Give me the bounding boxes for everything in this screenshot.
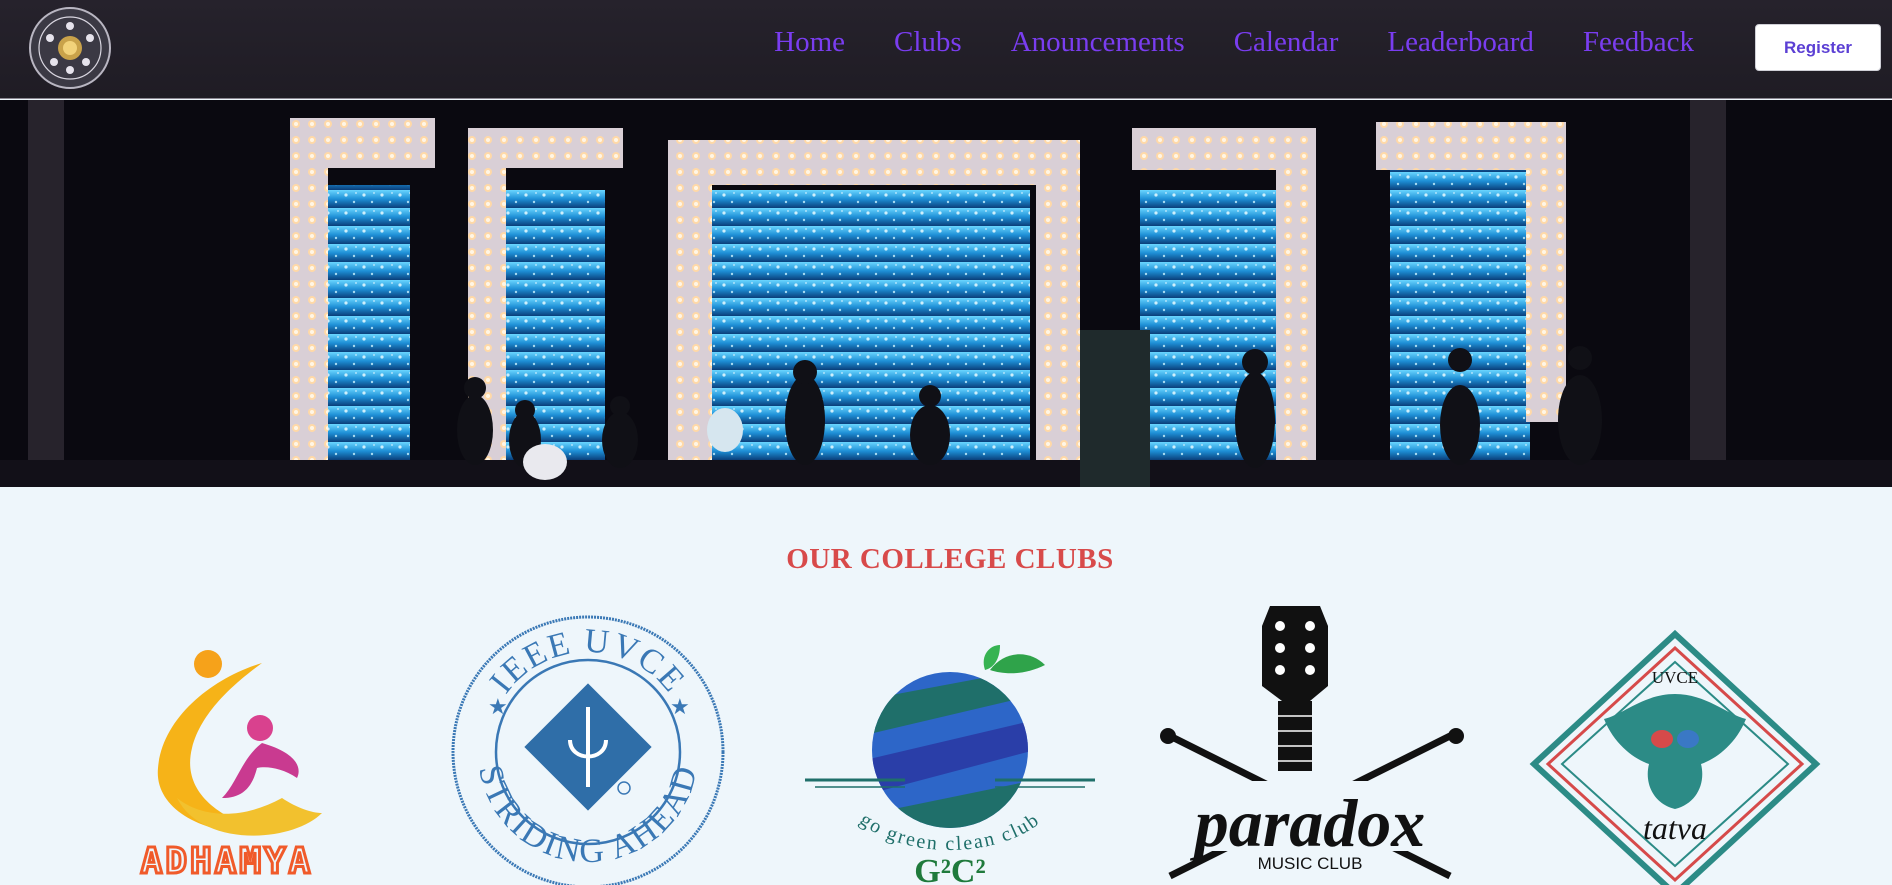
- tatva-logo-text: tatva: [1643, 810, 1707, 846]
- register-button[interactable]: Register: [1755, 24, 1881, 71]
- nav-clubs-link[interactable]: Clubs: [894, 26, 962, 59]
- nav-home-link[interactable]: Home: [774, 26, 845, 59]
- tatva-top-text: UVCE: [1652, 668, 1698, 687]
- club-logo-ieee-uvce[interactable]: IEEE UVCE STRIDING AHEAD ★ ★: [448, 615, 730, 885]
- top-navbar: Home Clubs Anouncements Calendar Leaderb…: [0, 0, 1892, 99]
- college-emblem-logo[interactable]: [28, 6, 112, 90]
- svg-text:★: ★: [670, 694, 690, 719]
- nav-feedback-link[interactable]: Feedback: [1583, 26, 1694, 59]
- club-logo-adhamya[interactable]: ADHAMYA: [92, 648, 362, 884]
- club-logo-g2c2[interactable]: go green clean club G²C²: [805, 640, 1095, 885]
- svg-text:G²C²: G²C²: [914, 853, 985, 885]
- paradox-logo-text: paradox: [1190, 785, 1425, 861]
- paradox-logo-subtext: MUSIC CLUB: [1258, 854, 1363, 873]
- club-logo-tatva[interactable]: UVCE tatva: [1529, 629, 1821, 885]
- clubs-section-title: OUR COLLEGE CLUBS: [786, 543, 1114, 575]
- nav-announcements-link[interactable]: Anouncements: [1011, 26, 1185, 59]
- club-logo-paradox[interactable]: paradox MUSIC CLUB: [1160, 606, 1465, 885]
- adhamya-logo-text: ADHAMYA: [141, 841, 314, 882]
- nav-calendar-link[interactable]: Calendar: [1234, 26, 1339, 59]
- main-nav: Home Clubs Anouncements Calendar Leaderb…: [774, 22, 1694, 62]
- svg-text:★: ★: [488, 694, 508, 719]
- hero-banner-image: [0, 100, 1892, 487]
- nav-leaderboard-link[interactable]: Leaderboard: [1387, 26, 1534, 59]
